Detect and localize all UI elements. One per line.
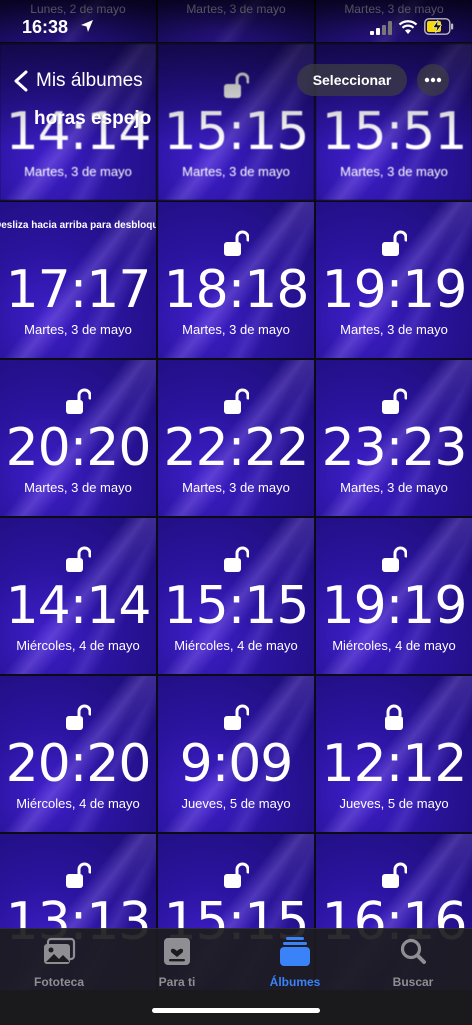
photo-thumbnail[interactable]: 20:20 Martes, 3 de mayo — [0, 360, 156, 516]
photo-thumbnail[interactable]: 19:19 Miércoles, 4 de mayo — [316, 518, 472, 674]
photo-clock-time: 14:14 — [5, 576, 152, 636]
photo-thumbnail[interactable]: Desliza hacia arriba para desbloquear 17:… — [0, 202, 156, 358]
tab-buscar[interactable]: Buscar — [354, 937, 472, 997]
for-you-icon — [164, 938, 190, 965]
navigation-bar: Mis álbumes horas espejo Seleccionar — [0, 44, 472, 144]
back-label: Mis álbumes — [36, 70, 143, 91]
photo-clock-time: 17:17 — [5, 260, 152, 320]
photo-clock-date: Martes, 3 de mayo — [182, 322, 290, 337]
photo-clock-date: Jueves, 5 de mayo — [339, 796, 449, 811]
unlocked-lock-icon — [223, 230, 249, 258]
status-time: 16:38 — [22, 17, 69, 37]
tab-label: Buscar — [392, 975, 434, 989]
status-bar: 16:38 — [0, 0, 472, 44]
photo-unlock-banner: Desliza hacia arriba para desbloquear — [0, 220, 156, 231]
photo-clock-time: 12:12 — [321, 734, 468, 794]
unlocked-lock-icon — [223, 546, 249, 574]
tab-label: Álbumes — [269, 975, 321, 989]
photo-library-icon — [44, 937, 76, 964]
photo-clock-date: Martes, 3 de mayo — [182, 164, 290, 179]
select-button[interactable]: Seleccionar — [297, 64, 407, 96]
albums-icon — [280, 937, 310, 966]
photo-clock-time: 19:19 — [321, 576, 468, 636]
photo-thumbnail[interactable]: 20:20 Miércoles, 4 de mayo — [0, 676, 156, 832]
photo-clock-time: 23:23 — [321, 418, 468, 478]
signal-icon — [370, 21, 392, 35]
photo-clock-date: Miércoles, 4 de mayo — [16, 638, 140, 653]
photo-clock-date: Miércoles, 4 de mayo — [174, 638, 298, 653]
tab-albumes[interactable]: Álbumes — [236, 937, 354, 997]
photo-clock-date: Miércoles, 4 de mayo — [16, 796, 140, 811]
unlocked-lock-icon — [65, 862, 91, 890]
photo-thumbnail[interactable]: 19:19 Martes, 3 de mayo — [316, 202, 472, 358]
location-arrow-icon — [81, 20, 93, 32]
photo-thumbnail[interactable]: 9:09 Jueves, 5 de mayo — [158, 676, 314, 832]
photo-clock-time: 9:09 — [179, 734, 294, 794]
tab-para-ti[interactable]: Para ti — [118, 937, 236, 997]
home-indicator — [152, 1008, 320, 1013]
unlocked-lock-icon — [381, 230, 407, 258]
search-icon — [400, 938, 426, 964]
back-button[interactable]: Mis álbumes — [12, 66, 143, 96]
photo-clock-date: Martes, 3 de mayo — [24, 322, 132, 337]
unlocked-lock-icon — [381, 546, 407, 574]
album-title: horas espejo — [34, 108, 152, 129]
locked-lock-icon — [381, 704, 407, 732]
photo-clock-date: Martes, 3 de mayo — [24, 480, 132, 495]
chevron-left-icon — [14, 70, 28, 92]
more-button[interactable] — [417, 64, 449, 96]
photo-clock-time: 18:18 — [163, 260, 310, 320]
photo-clock-date: Martes, 3 de mayo — [182, 480, 290, 495]
photo-clock-date: Martes, 3 de mayo — [340, 164, 448, 179]
photo-clock-time: 19:19 — [321, 260, 468, 320]
wifi-icon — [398, 20, 418, 34]
photo-clock-time: 22:22 — [163, 418, 310, 478]
tab-label: Fototeca — [33, 975, 84, 989]
photo-thumbnail[interactable]: 22:22 Martes, 3 de mayo — [158, 360, 314, 516]
photo-clock-time: 20:20 — [5, 734, 152, 794]
battery-charging-icon — [424, 18, 454, 35]
photo-grid: Lunes, 2 de mayoMartes, 3 de mayoMartes,… — [0, 0, 472, 990]
photo-clock-date: Miércoles, 4 de mayo — [332, 638, 456, 653]
unlocked-lock-icon — [223, 862, 249, 890]
tab-fototeca[interactable]: Fototeca — [0, 937, 118, 997]
photo-thumbnail[interactable]: 15:15 Miércoles, 4 de mayo — [158, 518, 314, 674]
photo-thumbnail[interactable]: 18:18 Martes, 3 de mayo — [158, 202, 314, 358]
photo-clock-date: Jueves, 5 de mayo — [181, 796, 291, 811]
photo-thumbnail[interactable]: 12:12 Jueves, 5 de mayo — [316, 676, 472, 832]
tab-label: Para ti — [158, 975, 196, 989]
unlocked-lock-icon — [381, 388, 407, 416]
photo-clock-date: Martes, 3 de mayo — [24, 164, 132, 179]
unlocked-lock-icon — [65, 546, 91, 574]
photo-thumbnail[interactable]: 23:23 Martes, 3 de mayo — [316, 360, 472, 516]
unlocked-lock-icon — [65, 704, 91, 732]
unlocked-lock-icon — [65, 388, 91, 416]
photo-thumbnail[interactable]: 14:14 Miércoles, 4 de mayo — [0, 518, 156, 674]
photo-clock-date: Martes, 3 de mayo — [340, 480, 448, 495]
photo-clock-time: 20:20 — [5, 418, 152, 478]
photo-clock-time: 15:15 — [163, 576, 310, 636]
photo-clock-date: Martes, 3 de mayo — [340, 322, 448, 337]
unlocked-lock-icon — [223, 388, 249, 416]
unlocked-lock-icon — [223, 704, 249, 732]
unlocked-lock-icon — [381, 862, 407, 890]
ellipsis-icon — [424, 77, 442, 83]
